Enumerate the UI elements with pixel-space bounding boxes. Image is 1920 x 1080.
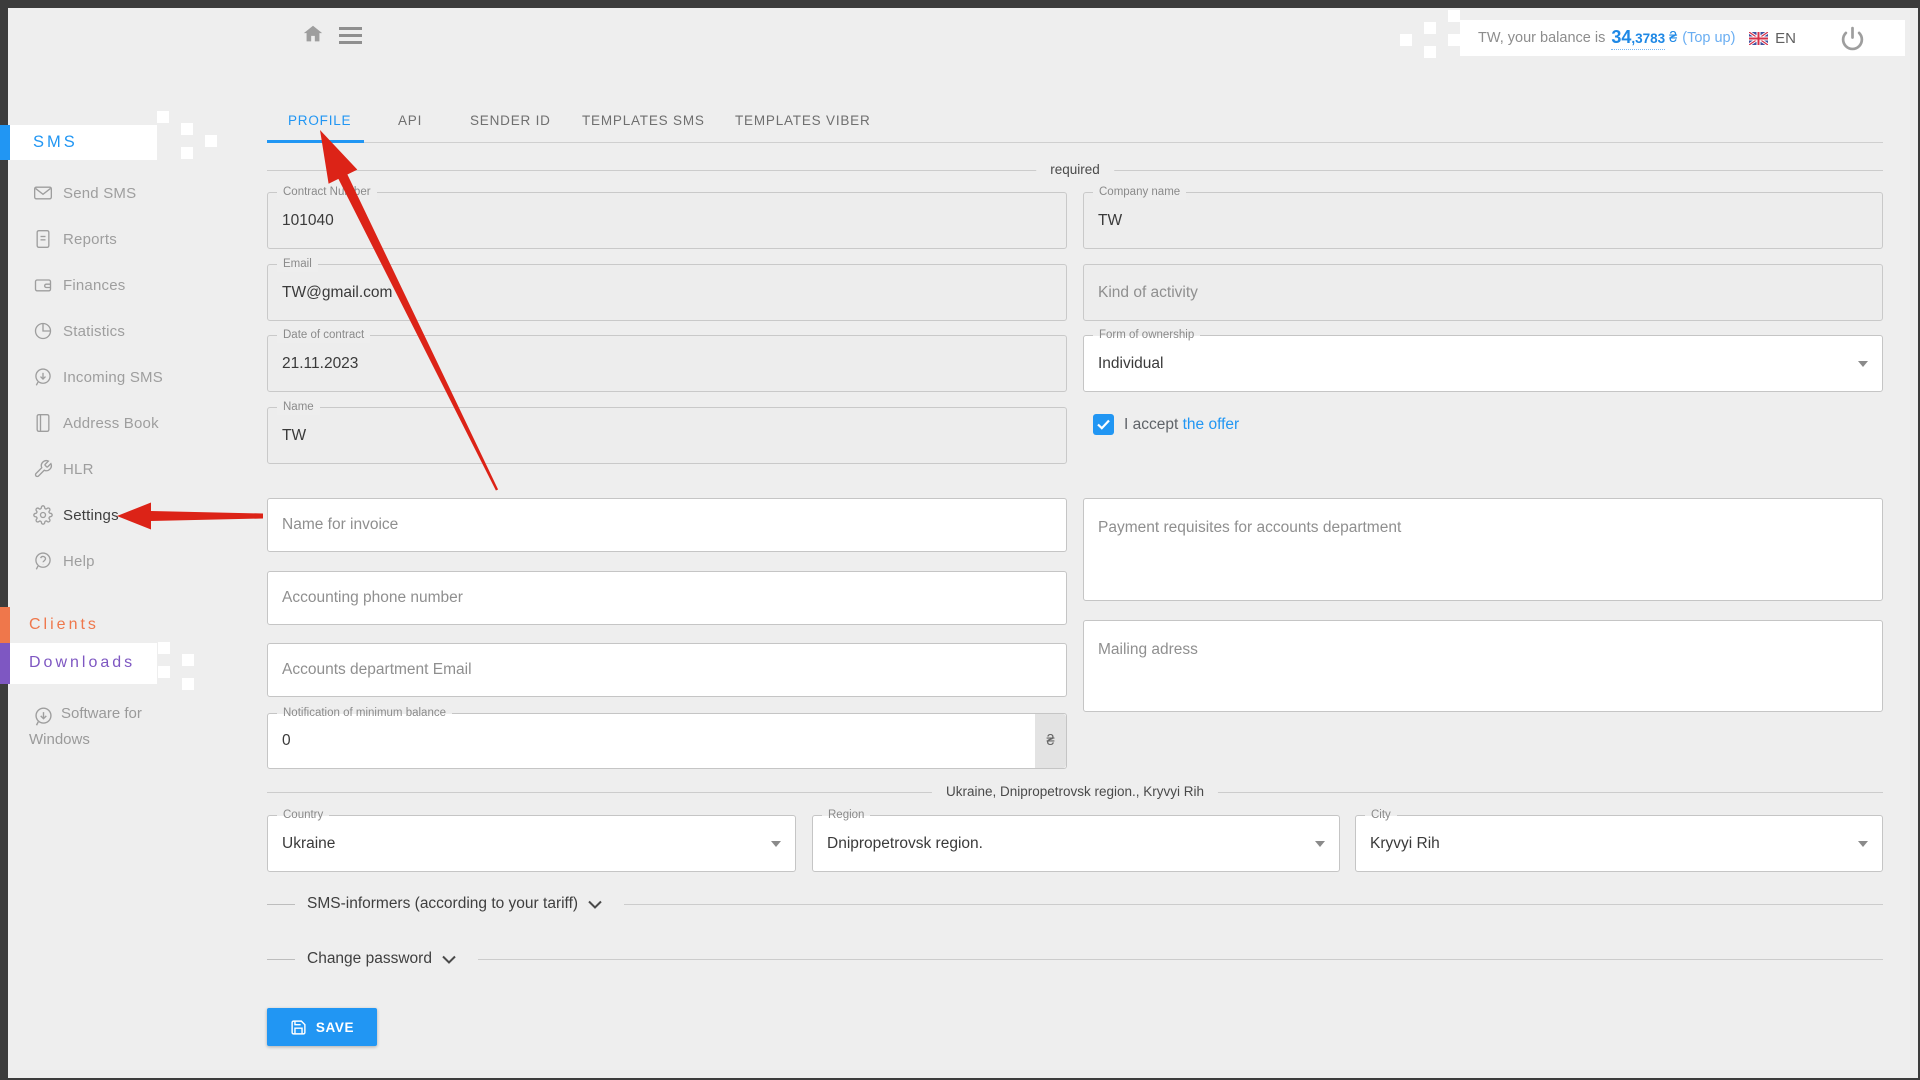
pie-chart-icon: [33, 321, 53, 341]
hamburger-icon[interactable]: [339, 27, 362, 49]
chevron-down-icon: [1858, 361, 1868, 367]
wrench-icon: [33, 459, 53, 479]
language-selector[interactable]: EN: [1749, 30, 1796, 47]
tab-templates-viber[interactable]: TEMPLATES VIBER: [735, 113, 871, 128]
sidebar-item-finances[interactable]: Finances: [33, 273, 125, 297]
sms-accent-bar: [0, 125, 10, 160]
sidebar-item-hlr[interactable]: HLR: [33, 457, 94, 481]
contract-number-field: Contract Number 101040: [267, 192, 1067, 249]
sidebar-item-incoming-sms[interactable]: Incoming SMS: [33, 365, 163, 389]
name-for-invoice-input[interactable]: Name for invoice: [267, 498, 1067, 552]
sidebar-section-clients[interactable]: Clients: [29, 616, 99, 634]
sidebar-section-downloads[interactable]: Downloads: [29, 654, 135, 672]
check-icon: [1097, 419, 1110, 430]
pixel-decoration: [182, 678, 194, 690]
kind-of-activity-field[interactable]: Kind of activity: [1083, 264, 1883, 321]
mailing-address-textarea[interactable]: Mailing adress: [1083, 620, 1883, 712]
pixel-decoration: [181, 147, 193, 159]
payment-requisites-textarea[interactable]: Payment requisites for accounts departme…: [1083, 498, 1883, 601]
currency-symbol: ₴: [1669, 30, 1677, 46]
power-icon: [1840, 26, 1865, 51]
sidebar-brand-sms[interactable]: SMS: [33, 133, 78, 152]
currency-suffix: ₴: [1035, 714, 1066, 768]
pixel-decoration: [158, 642, 170, 654]
pixel-decoration: [1424, 46, 1436, 58]
save-button[interactable]: SAVE: [267, 1008, 377, 1046]
sidebar-item-address-book[interactable]: Address Book: [33, 411, 159, 435]
sidebar-item-software-for-windows[interactable]: Software for Windows: [29, 701, 179, 753]
accept-offer-checkbox[interactable]: [1093, 414, 1114, 435]
pixel-decoration: [1424, 22, 1436, 34]
form-of-ownership-select[interactable]: Form of ownership Individual: [1083, 335, 1883, 392]
offer-link[interactable]: the offer: [1183, 416, 1240, 433]
pixel-decoration: [205, 135, 217, 147]
language-code: EN: [1775, 30, 1796, 47]
tab-divider: [267, 142, 1883, 143]
incoming-message-icon: [33, 367, 53, 387]
sidebar-item-statistics[interactable]: Statistics: [33, 319, 125, 343]
chevron-down-icon: [588, 900, 602, 909]
location-divider: Ukraine, Dnipropetrovsk region., Kryvyi …: [267, 792, 1883, 793]
location-summary: Ukraine, Dnipropetrovsk region., Kryvyi …: [932, 784, 1218, 800]
balance-amount[interactable]: 34,3783: [1611, 27, 1665, 50]
downloads-accent-bar: [0, 643, 10, 684]
balance-prefix: TW, your balance is: [1478, 30, 1605, 46]
uk-flag-icon: [1749, 32, 1768, 45]
pixel-decoration: [1448, 10, 1460, 22]
sidebar-item-settings[interactable]: Settings: [33, 503, 119, 527]
required-divider: required: [267, 170, 1883, 171]
sidebar-item-help[interactable]: Help: [33, 549, 95, 573]
logout-power-button[interactable]: [1840, 26, 1865, 51]
envelope-icon: [33, 183, 53, 203]
date-of-contract-field: Date of contract 21.11.2023: [267, 335, 1067, 392]
pixel-decoration: [181, 123, 193, 135]
company-name-field: Company name TW: [1083, 192, 1883, 249]
email-field: Email TW@gmail.com: [267, 264, 1067, 321]
pixel-decoration: [182, 654, 194, 666]
pixel-decoration: [1448, 34, 1460, 46]
arrow-to-settings-item: [117, 503, 263, 530]
tab-sender-id[interactable]: SENDER ID: [470, 113, 551, 128]
tab-profile[interactable]: PROFILE: [288, 113, 351, 128]
sidebar-item-reports[interactable]: Reports: [33, 227, 117, 251]
wallet-icon: [33, 275, 53, 295]
country-select[interactable]: Country Ukraine: [267, 815, 796, 872]
pixel-decoration: [157, 111, 169, 123]
accounts-email-input[interactable]: Accounts department Email: [267, 643, 1067, 697]
chevron-down-icon: [1858, 841, 1868, 847]
home-icon[interactable]: [302, 23, 324, 50]
chevron-down-icon: [442, 955, 456, 964]
top-up-link[interactable]: (Top up): [1682, 30, 1735, 46]
region-select[interactable]: Region Dnipropetrovsk region.: [812, 815, 1340, 872]
city-select[interactable]: City Kryvyi Rih: [1355, 815, 1883, 872]
tab-api[interactable]: API: [398, 113, 422, 128]
help-icon: [33, 551, 53, 571]
sidebar-item-send-sms[interactable]: Send SMS: [33, 181, 136, 205]
name-field: Name TW: [267, 407, 1067, 464]
tab-templates-sms[interactable]: TEMPLATES SMS: [582, 113, 705, 128]
active-tab-underline: [267, 140, 364, 143]
pixel-decoration: [1400, 34, 1412, 46]
sms-informers-section[interactable]: SMS-informers (according to your tariff): [267, 893, 1883, 915]
balance-card: TW, your balance is 34,3783 ₴ (Top up) E…: [1460, 20, 1905, 56]
chevron-down-icon: [1315, 841, 1325, 847]
clients-accent-bar: [0, 607, 10, 643]
min-balance-input[interactable]: Notification of minimum balance 0 ₴: [267, 713, 1067, 769]
accounting-phone-input[interactable]: Accounting phone number: [267, 571, 1067, 625]
chevron-down-icon: [771, 841, 781, 847]
gear-icon: [33, 505, 53, 525]
document-icon: [33, 229, 53, 249]
pixel-decoration: [158, 666, 170, 678]
save-floppy-icon: [290, 1019, 307, 1036]
address-book-icon: [33, 413, 53, 433]
required-label: required: [1036, 162, 1114, 178]
change-password-section[interactable]: Change password: [267, 948, 1883, 970]
accept-offer-label: I accept the offer: [1124, 416, 1239, 434]
